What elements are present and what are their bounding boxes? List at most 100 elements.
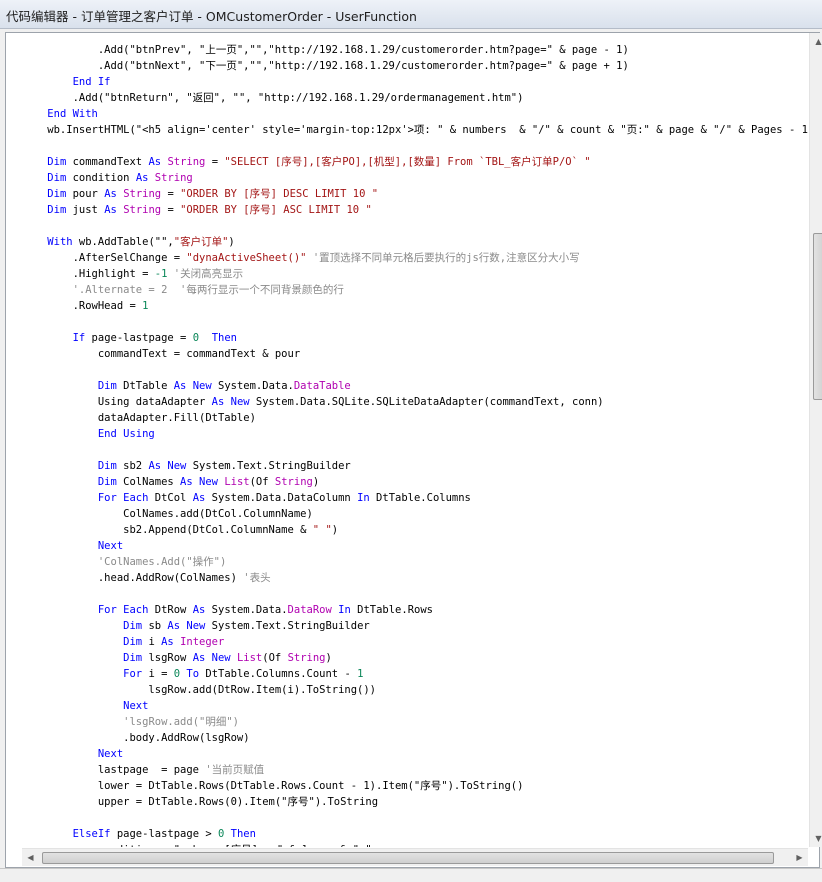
code-line[interactable]: ElseIf page-lastpage > 0 Then [22, 826, 808, 842]
code-token: DtTable.Rows [350, 604, 433, 616]
scroll-down-button[interactable]: ▼ [810, 830, 822, 847]
code-token: As [161, 636, 174, 648]
code-line[interactable]: Dim ColNames As New List(Of String) [22, 474, 808, 490]
code-line[interactable]: condition = " where [序号] < " & lower & "… [22, 842, 808, 847]
code-line[interactable]: End If [22, 74, 808, 90]
code-line[interactable] [22, 586, 808, 602]
code-token: lsgRow.add(DtRow.Item(i).ToString()) [22, 684, 377, 696]
code-token: .Add("btnPrev", "上一页","","http://192.168… [22, 44, 629, 56]
code-line[interactable] [22, 138, 808, 154]
code-line[interactable]: For i = 0 To DtTable.Columns.Count - 1 [22, 666, 808, 682]
code-line[interactable]: .Add("btnReturn", "返回", "", "http://192.… [22, 90, 808, 106]
code-line[interactable] [22, 810, 808, 826]
code-token: DtCol [148, 492, 193, 504]
code-token: List [224, 476, 250, 488]
scroll-up-button[interactable]: ▲ [810, 33, 822, 50]
code-line[interactable]: sb2.Append(DtCol.ColumnName & " ") [22, 522, 808, 538]
code-token: Dim [47, 204, 67, 216]
code-line[interactable]: .RowHead = 1 [22, 298, 808, 314]
code-token: Next [123, 700, 149, 712]
code-line[interactable]: 'lsgRow.add("明细") [22, 714, 808, 730]
code-line[interactable]: End With [22, 106, 808, 122]
code-token: ) [325, 652, 332, 664]
code-line[interactable]: .body.AddRow(lsgRow) [22, 730, 808, 746]
code-token: DataTable [293, 380, 351, 392]
code-line[interactable]: Dim lsgRow As New List(Of String) [22, 650, 808, 666]
code-line[interactable]: For Each DtCol As System.Data.DataColumn… [22, 490, 808, 506]
triangle-down-icon: ▼ [815, 834, 822, 843]
code-line[interactable]: dataAdapter.Fill(DtTable) [22, 410, 808, 426]
code-line[interactable]: Dim commandText As String = "SELECT [序号]… [22, 154, 808, 170]
code-token: Dim [47, 156, 67, 168]
code-line[interactable]: Dim sb As New System.Text.StringBuilder [22, 618, 808, 634]
code-token: As New [148, 460, 187, 472]
code-token: In [357, 492, 370, 504]
code-line[interactable]: Dim DtTable As New System.Data.DataTable [22, 378, 808, 394]
code-token: condition = " where [序号] < " & lower & "… [22, 844, 372, 847]
code-line[interactable]: '.Alternate = 2 '每两行显示一个不同背景颜色的行 [22, 282, 808, 298]
code-line[interactable]: .AfterSelChange = "dynaActiveSheet()" '置… [22, 250, 808, 266]
code-token: = [161, 204, 181, 216]
code-token: String [167, 156, 206, 168]
code-line[interactable] [22, 442, 808, 458]
code-token: String [123, 204, 162, 216]
status-bar [0, 868, 822, 882]
code-token: Dim [97, 476, 117, 488]
code-line[interactable]: With wb.AddTable("","客户订单") [22, 234, 808, 250]
code-line[interactable]: .Highlight = -1 '关闭高亮显示 [22, 266, 808, 282]
scroll-right-button[interactable]: ▶ [791, 849, 808, 866]
code-line[interactable]: Dim i As Integer [22, 634, 808, 650]
code-line[interactable]: lastpage = page '当前页赋值 [22, 762, 808, 778]
vertical-scrollbar[interactable]: ▲ ▼ [809, 33, 822, 847]
code-token: In [338, 604, 351, 616]
code-line[interactable]: If page-lastpage = 0 Then [22, 330, 808, 346]
code-line[interactable]: Next [22, 698, 808, 714]
code-token: '关闭高亮显示 [173, 268, 244, 280]
code-line[interactable] [22, 218, 808, 234]
horizontal-scrollbar[interactable]: ◀ ▶ [22, 848, 808, 866]
code-token: (Of [262, 652, 288, 664]
code-token: DtTable.Columns.Count - [199, 668, 358, 680]
code-line[interactable]: Dim sb2 As New System.Text.StringBuilder [22, 458, 808, 474]
code-token: ) [312, 476, 320, 488]
code-line[interactable]: ColNames.add(DtCol.ColumnName) [22, 506, 808, 522]
code-line[interactable] [22, 362, 808, 378]
code-line[interactable]: .head.AddRow(ColNames) '表头 [22, 570, 808, 586]
code-line[interactable]: lower = DtTable.Rows(DtTable.Rows.Count … [22, 778, 808, 794]
code-token: Dim [123, 620, 143, 632]
code-line[interactable]: Dim pour As String = "ORDER BY [序号] DESC… [22, 186, 808, 202]
code-token: Dim [123, 636, 143, 648]
code-token: As [104, 204, 117, 216]
code-token: .Highlight = [22, 268, 155, 280]
code-token: String [123, 188, 162, 200]
scroll-left-button[interactable]: ◀ [22, 849, 39, 866]
code-line[interactable]: Dim condition As String [22, 170, 808, 186]
code-token: .Add("btnNext", "下一页","","http://192.168… [22, 60, 629, 72]
code-line[interactable]: .Add("btnPrev", "上一页","","http://192.168… [22, 42, 808, 58]
code-line[interactable]: For Each DtRow As System.Data.DataRow In… [22, 602, 808, 618]
code-token: For Each [97, 492, 149, 504]
code-editor[interactable]: .Add("btnPrev", "上一页","","http://192.168… [22, 33, 808, 847]
vertical-scroll-thumb[interactable] [813, 233, 822, 400]
code-token: System.Data.SQLite.SQLiteDataAdapter(com… [249, 396, 604, 408]
horizontal-scroll-thumb[interactable] [42, 852, 774, 864]
code-line[interactable] [22, 314, 808, 330]
code-token: String [154, 172, 193, 184]
code-line[interactable]: .Add("btnNext", "下一页","","http://192.168… [22, 58, 808, 74]
code-token: Dim [97, 460, 117, 472]
code-line[interactable]: upper = DtTable.Rows(0).Item("序号").ToStr… [22, 794, 808, 810]
code-line[interactable]: Dim just As String = "ORDER BY [序号] ASC … [22, 202, 808, 218]
code-line[interactable]: End Using [22, 426, 808, 442]
code-text[interactable]: .Add("btnPrev", "上一页","","http://192.168… [22, 42, 808, 847]
code-line[interactable]: 'ColNames.Add("操作") [22, 554, 808, 570]
code-line[interactable]: Using dataAdapter As New System.Data.SQL… [22, 394, 808, 410]
code-line[interactable]: Next [22, 746, 808, 762]
code-line[interactable]: wb.InsertHTML("<h5 align='center' style=… [22, 122, 808, 138]
code-line[interactable]: lsgRow.add(DtRow.Item(i).ToString()) [22, 682, 808, 698]
code-line[interactable]: commandText = commandText & pour [22, 346, 808, 362]
code-line[interactable]: Next [22, 538, 808, 554]
